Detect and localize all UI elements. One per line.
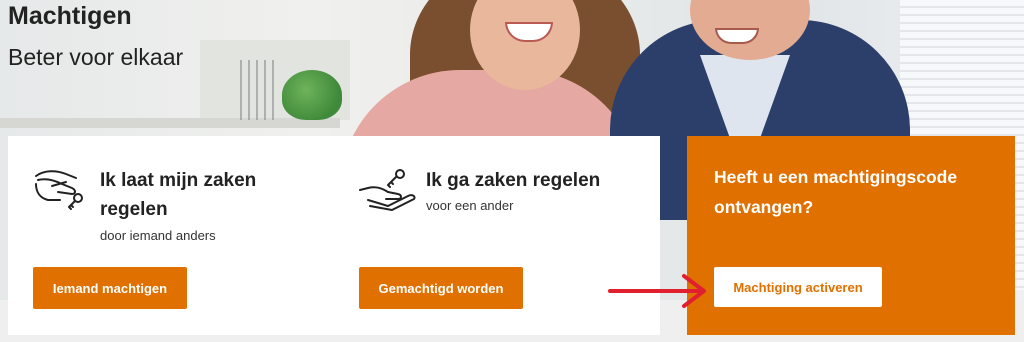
option-subtitle: voor een ander xyxy=(426,198,514,213)
become-authorized-button[interactable]: Gemachtigd worden xyxy=(359,267,523,309)
hand-receiving-key-icon xyxy=(359,169,416,211)
activation-title: Heeft u een machtigingscode ontvangen? xyxy=(714,167,958,217)
red-arrow-icon xyxy=(608,274,706,308)
plant xyxy=(282,70,342,120)
options-card: Ik laat mijn zaken regelen door iemand a… xyxy=(8,136,660,335)
delegate-button[interactable]: Iemand machtigen xyxy=(33,267,187,309)
page-title: Machtigen xyxy=(8,2,132,30)
option-title: Ik laat mijn zaken regelen xyxy=(100,170,257,220)
kitchen-shelf xyxy=(0,118,340,128)
utensils xyxy=(240,60,274,120)
option-title: Ik ga zaken regelen xyxy=(426,170,601,191)
activate-authorization-button[interactable]: Machtiging activeren xyxy=(714,267,882,307)
hand-giving-key-icon xyxy=(35,170,83,210)
activation-card: Heeft u een machtigingscode ontvangen? M… xyxy=(687,136,1015,335)
option-subtitle: door iemand anders xyxy=(100,228,216,243)
option-delegate: Ik laat mijn zaken regelen door iemand a… xyxy=(8,136,334,335)
page-subtitle: Beter voor elkaar xyxy=(8,44,184,70)
